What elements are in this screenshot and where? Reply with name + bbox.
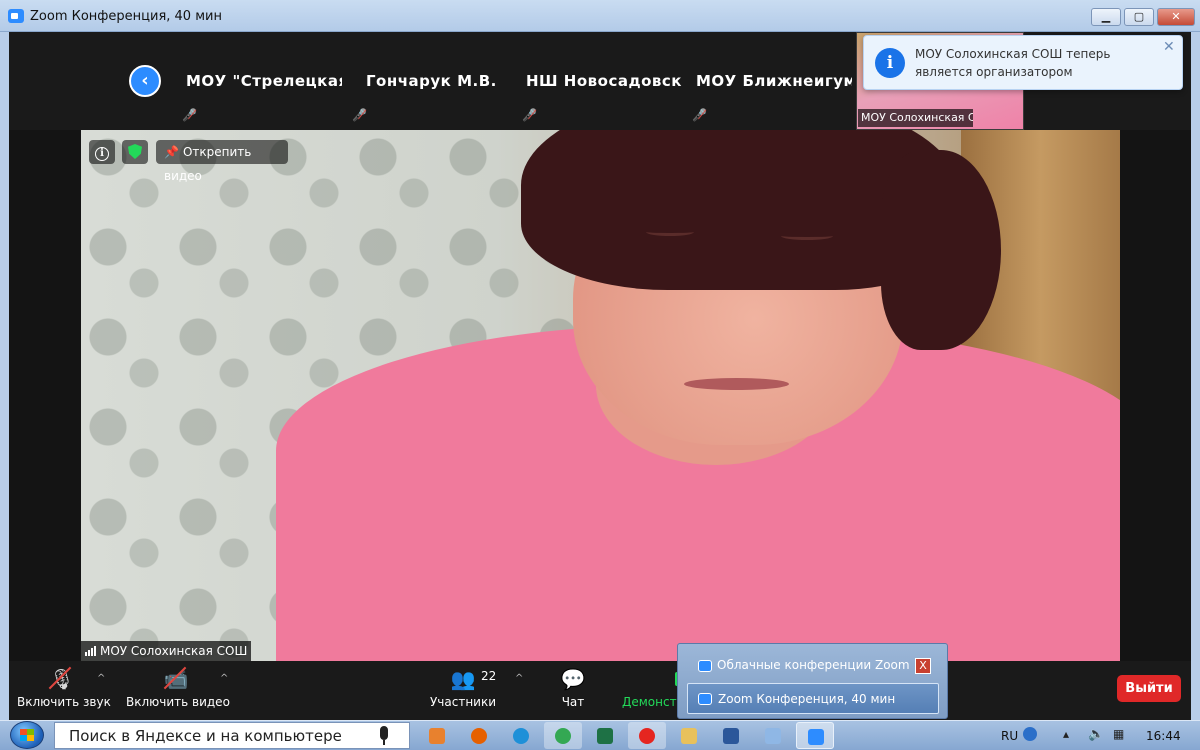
active-speaker-video[interactable]	[81, 130, 1120, 661]
participant-thumbnail[interactable]: МОУ Ближнеигуменская 🎤̸	[686, 32, 852, 130]
meeting-info-button[interactable]: i	[89, 140, 115, 164]
zoom-app-icon	[698, 660, 712, 672]
shield-icon	[128, 144, 142, 159]
info-icon: i	[875, 48, 905, 78]
maximize-button[interactable]: ▢	[1124, 8, 1154, 26]
folder-icon	[681, 728, 697, 744]
taskbar-app-explorer[interactable]	[670, 722, 708, 749]
security-shield-button[interactable]	[122, 140, 148, 164]
participant-thumbnail[interactable]: НШ Новосадовская 🎤̸	[516, 32, 682, 130]
participant-name: МОУ "Стрелецкая СОШ"	[186, 72, 342, 90]
participant-name: НШ Новосадовская	[526, 72, 682, 90]
participants-label: Участники	[429, 695, 497, 709]
language-indicator[interactable]: RU	[1001, 729, 1018, 743]
participant-thumbnail[interactable]: Гончарук М.В. 🎤̸	[346, 32, 512, 130]
notification-text: МОУ Солохинская СОШ теперь является орга…	[915, 47, 1111, 79]
help-icon[interactable]	[1023, 727, 1037, 741]
unmute-label: Включить звук	[17, 695, 111, 709]
zoom-app-icon	[8, 9, 24, 23]
chat-label: Чат	[561, 695, 585, 709]
start-button[interactable]	[10, 721, 44, 749]
taskbar-app-firefox[interactable]	[460, 722, 498, 749]
info-icon: i	[95, 147, 109, 161]
zoom-app-icon	[808, 729, 824, 745]
video-person-eye	[646, 228, 694, 236]
search-placeholder: Поиск в Яндексе и на компьютере	[69, 727, 342, 745]
gallery-back-button[interactable]: ‹	[129, 65, 161, 97]
window-frame-right	[1191, 32, 1200, 720]
taskbar-app-word[interactable]	[712, 722, 750, 749]
taskbar-app-zoom[interactable]	[796, 722, 834, 749]
volume-icon[interactable]: 🔈	[1088, 727, 1104, 742]
leave-meeting-button[interactable]: Выйти	[1117, 675, 1181, 702]
word-icon	[723, 728, 739, 744]
muted-mic-icon: 🎤̸	[182, 108, 197, 122]
video-person-eye	[781, 232, 833, 240]
muted-mic-icon: 🎤̸	[692, 108, 707, 122]
media-player-icon	[429, 728, 445, 744]
taskbar-app-yandex[interactable]	[628, 722, 666, 749]
taskbar-app-chrome[interactable]	[544, 722, 582, 749]
notification-close-icon[interactable]: ✕	[1163, 39, 1175, 55]
audio-options-caret[interactable]: ^	[97, 673, 105, 684]
popup-item-meeting[interactable]: Zoom Конференция, 40 мин	[687, 683, 939, 714]
voice-search-icon[interactable]	[380, 726, 388, 745]
internet-explorer-icon	[513, 728, 529, 744]
window-titlebar[interactable]: Zoom Конференция, 40 мин ▁ ▢ ✕	[0, 0, 1200, 32]
participant-name: Гончарук М.В.	[366, 72, 497, 90]
host-notification: i МОУ Солохинская СОШ теперь является ор…	[863, 35, 1183, 90]
muted-mic-icon: 🎤̸	[522, 108, 537, 122]
start-video-button[interactable]: 📹 Включить видео	[126, 665, 230, 709]
speaker-name-tag: МОУ Солохинская СОШ	[81, 641, 251, 661]
taskbar-clock[interactable]: 16:44	[1146, 729, 1181, 743]
pin-icon: 📌	[164, 145, 179, 159]
network-icon[interactable]: ▦	[1113, 727, 1127, 741]
signal-strength-icon	[85, 642, 97, 662]
participants-count: 22	[481, 669, 497, 683]
participant-thumbnail[interactable]: МОУ "Стрелецкая СОШ" 🎤̸	[176, 32, 342, 130]
taskbar-app-media[interactable]	[418, 722, 456, 749]
muted-mic-icon: 🎤̸	[352, 108, 367, 122]
excel-icon	[597, 728, 613, 744]
taskbar-app-ie[interactable]	[502, 722, 540, 749]
firefox-icon	[471, 728, 487, 744]
participant-name: МОУ Ближнеигуменская	[696, 72, 852, 90]
window-frame-left	[0, 32, 9, 720]
close-button[interactable]: ✕	[1157, 8, 1195, 26]
muted-mic-icon: 🎙	[49, 667, 75, 691]
share-screen-label[interactable]: Демонстр	[622, 695, 684, 709]
video-options-caret[interactable]: ^	[220, 673, 228, 684]
self-view-name: МОУ Солохинская СОШ	[858, 109, 973, 127]
zoom-app-icon	[698, 693, 712, 705]
taskbar-app-other[interactable]	[754, 722, 792, 749]
app-icon	[765, 728, 781, 744]
minimize-button[interactable]: ▁	[1091, 8, 1121, 26]
yandex-browser-icon	[639, 728, 655, 744]
tray-expand-icon[interactable]: ▴	[1063, 727, 1077, 741]
video-person-mouth	[684, 378, 789, 390]
chrome-icon	[555, 728, 571, 744]
window-title: Zoom Конференция, 40 мин	[30, 9, 222, 24]
chat-icon: 💬	[560, 667, 586, 691]
unpin-video-button[interactable]: 📌 Открепить видео	[156, 140, 288, 183]
windows-logo-icon-lower	[20, 735, 34, 741]
popup-close-icon[interactable]: X	[915, 658, 931, 674]
participants-options-caret[interactable]: ^	[515, 673, 523, 684]
video-person-hair-side	[881, 150, 1001, 350]
popup-item-cloud-meetings[interactable]: Облачные конференции Zoom	[687, 650, 939, 681]
video-off-icon: 📹	[163, 667, 189, 691]
speaker-name: МОУ Солохинская СОШ	[100, 644, 248, 658]
chat-button[interactable]: 💬 Чат	[548, 665, 598, 709]
unmute-button[interactable]: 🎙 Включить звук	[17, 665, 111, 709]
start-video-label: Включить видео	[126, 695, 230, 709]
taskbar-app-excel[interactable]	[586, 722, 624, 749]
